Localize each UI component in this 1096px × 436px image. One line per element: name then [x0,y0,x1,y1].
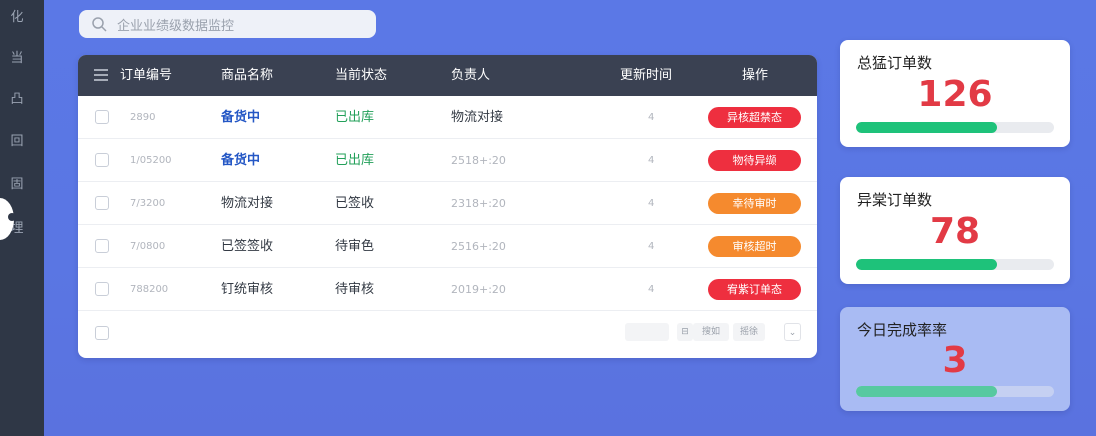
table-row: 788200 钉统审核 待审核 2019+:20 4 宥紫订单态 [78,268,817,311]
order-id: 1/05200 [130,155,172,166]
product-name[interactable]: 备货中 [221,139,260,182]
search-icon [92,17,107,32]
owner: 2516+:20 [451,240,506,253]
order-status: 已出库 [335,153,375,168]
row-checkbox[interactable] [95,110,109,124]
action-button[interactable]: 宥紫订单态 [708,279,801,300]
table-row: 1/05200 备货中 已出库 2518+:20 4 物待异缬 [78,139,817,182]
stat-value: 78 [929,211,981,252]
table-row: 7/0800 已签签收 待审色 2516+:20 4 审核超时 [78,225,817,268]
row-checkbox[interactable] [95,153,109,167]
table-header: 订单编号 商品名称 当前状态 负责人 更新时间 操作 [78,55,817,96]
action-button[interactable]: 审核超时 [708,236,801,257]
stat-progress-track [856,259,1054,270]
owner: 2518+:20 [451,154,506,167]
order-status: 待审核 [335,282,375,297]
update-time: 4 [648,112,655,123]
sidebar-item-1[interactable]: 化 [8,10,26,26]
order-id: 7/3200 [130,198,166,209]
stat-progress-fill [856,259,997,270]
table-footer: ⊟ 搜如 摇徐 ⌄ [78,311,817,358]
stat-card-abnormal-orders: 异棠订单数 78 [840,177,1070,284]
owner: 2019+:20 [451,283,506,296]
order-status: 已签收 [335,196,375,211]
col-header-action: 操作 [742,68,769,83]
row-checkbox[interactable] [95,239,109,253]
pager-next-button[interactable]: 摇徐 [733,323,765,341]
stat-progress-track [856,122,1054,133]
owner: 2318+:20 [451,197,506,210]
sidebar-active-dot [8,213,16,221]
update-time: 4 [648,284,655,295]
col-header-id[interactable]: 订单编号 [120,55,172,96]
update-time: 4 [648,241,655,252]
sidebar-item-5[interactable]: 固 [8,177,26,193]
update-time: 4 [648,198,655,209]
col-header-time[interactable]: 更新时间 [620,55,672,96]
product-name[interactable]: 备货中 [221,96,260,139]
col-header-owner[interactable]: 负责人 [451,55,490,96]
product-name[interactable]: 钉统审核 [221,268,273,311]
table-row: 2890 备货中 已出库 物流对接 4 异核超禁态 [78,96,817,139]
pager-blank [625,323,669,341]
chevron-down-icon: ⌄ [788,328,797,338]
search-bar[interactable]: 企业业绩级数据监控 [79,10,376,38]
pager-prev-button[interactable]: 搜如 [693,323,729,341]
stat-value: 126 [917,74,993,115]
col-header-status[interactable]: 当前状态 [335,55,387,96]
select-all-checkbox[interactable] [95,326,109,340]
page-size-select[interactable]: ⌄ [784,323,801,341]
row-checkbox[interactable] [95,282,109,296]
stat-progress-fill [856,386,997,397]
stat-value: 3 [942,340,968,381]
action-button[interactable]: 物待异缬 [708,150,801,171]
pager-first[interactable]: ⊟ [677,323,693,341]
action-button[interactable]: 幸待审时 [708,193,801,214]
stat-card-total-orders: 总猛订单数 126 [840,40,1070,147]
owner: 物流对接 [451,110,504,125]
stat-title: 异棠订单数 [857,191,933,209]
menu-icon[interactable] [94,69,108,81]
sidebar-item-4[interactable]: 回 [8,134,26,150]
col-header-name[interactable]: 商品名称 [221,55,273,96]
order-status: 待审色 [335,239,375,254]
product-name[interactable]: 已签签收 [221,225,273,268]
sidebar-item-2[interactable]: 当 [8,51,26,67]
stat-card-completion-rate: 今日完成率率 3 [840,307,1070,411]
order-id: 2890 [130,112,156,123]
stat-progress-track [856,386,1054,397]
product-name[interactable]: 物流对接 [221,182,273,225]
stat-title: 总猛订单数 [857,54,933,72]
action-button[interactable]: 异核超禁态 [708,107,801,128]
sidebar-item-3[interactable]: 凸 [8,92,26,108]
order-id: 788200 [130,284,169,295]
table-row: 7/3200 物流对接 已签收 2318+:20 4 幸待审时 [78,182,817,225]
search-placeholder: 企业业绩级数据监控 [117,18,235,34]
update-time: 4 [648,155,655,166]
row-checkbox[interactable] [95,196,109,210]
stat-title: 今日完成率率 [857,321,948,339]
orders-table: 订单编号 商品名称 当前状态 负责人 更新时间 操作 2890 备货中 已出库 … [78,55,817,358]
order-id: 7/0800 [130,241,166,252]
order-status: 已出库 [335,110,375,125]
stat-progress-fill [856,122,997,133]
